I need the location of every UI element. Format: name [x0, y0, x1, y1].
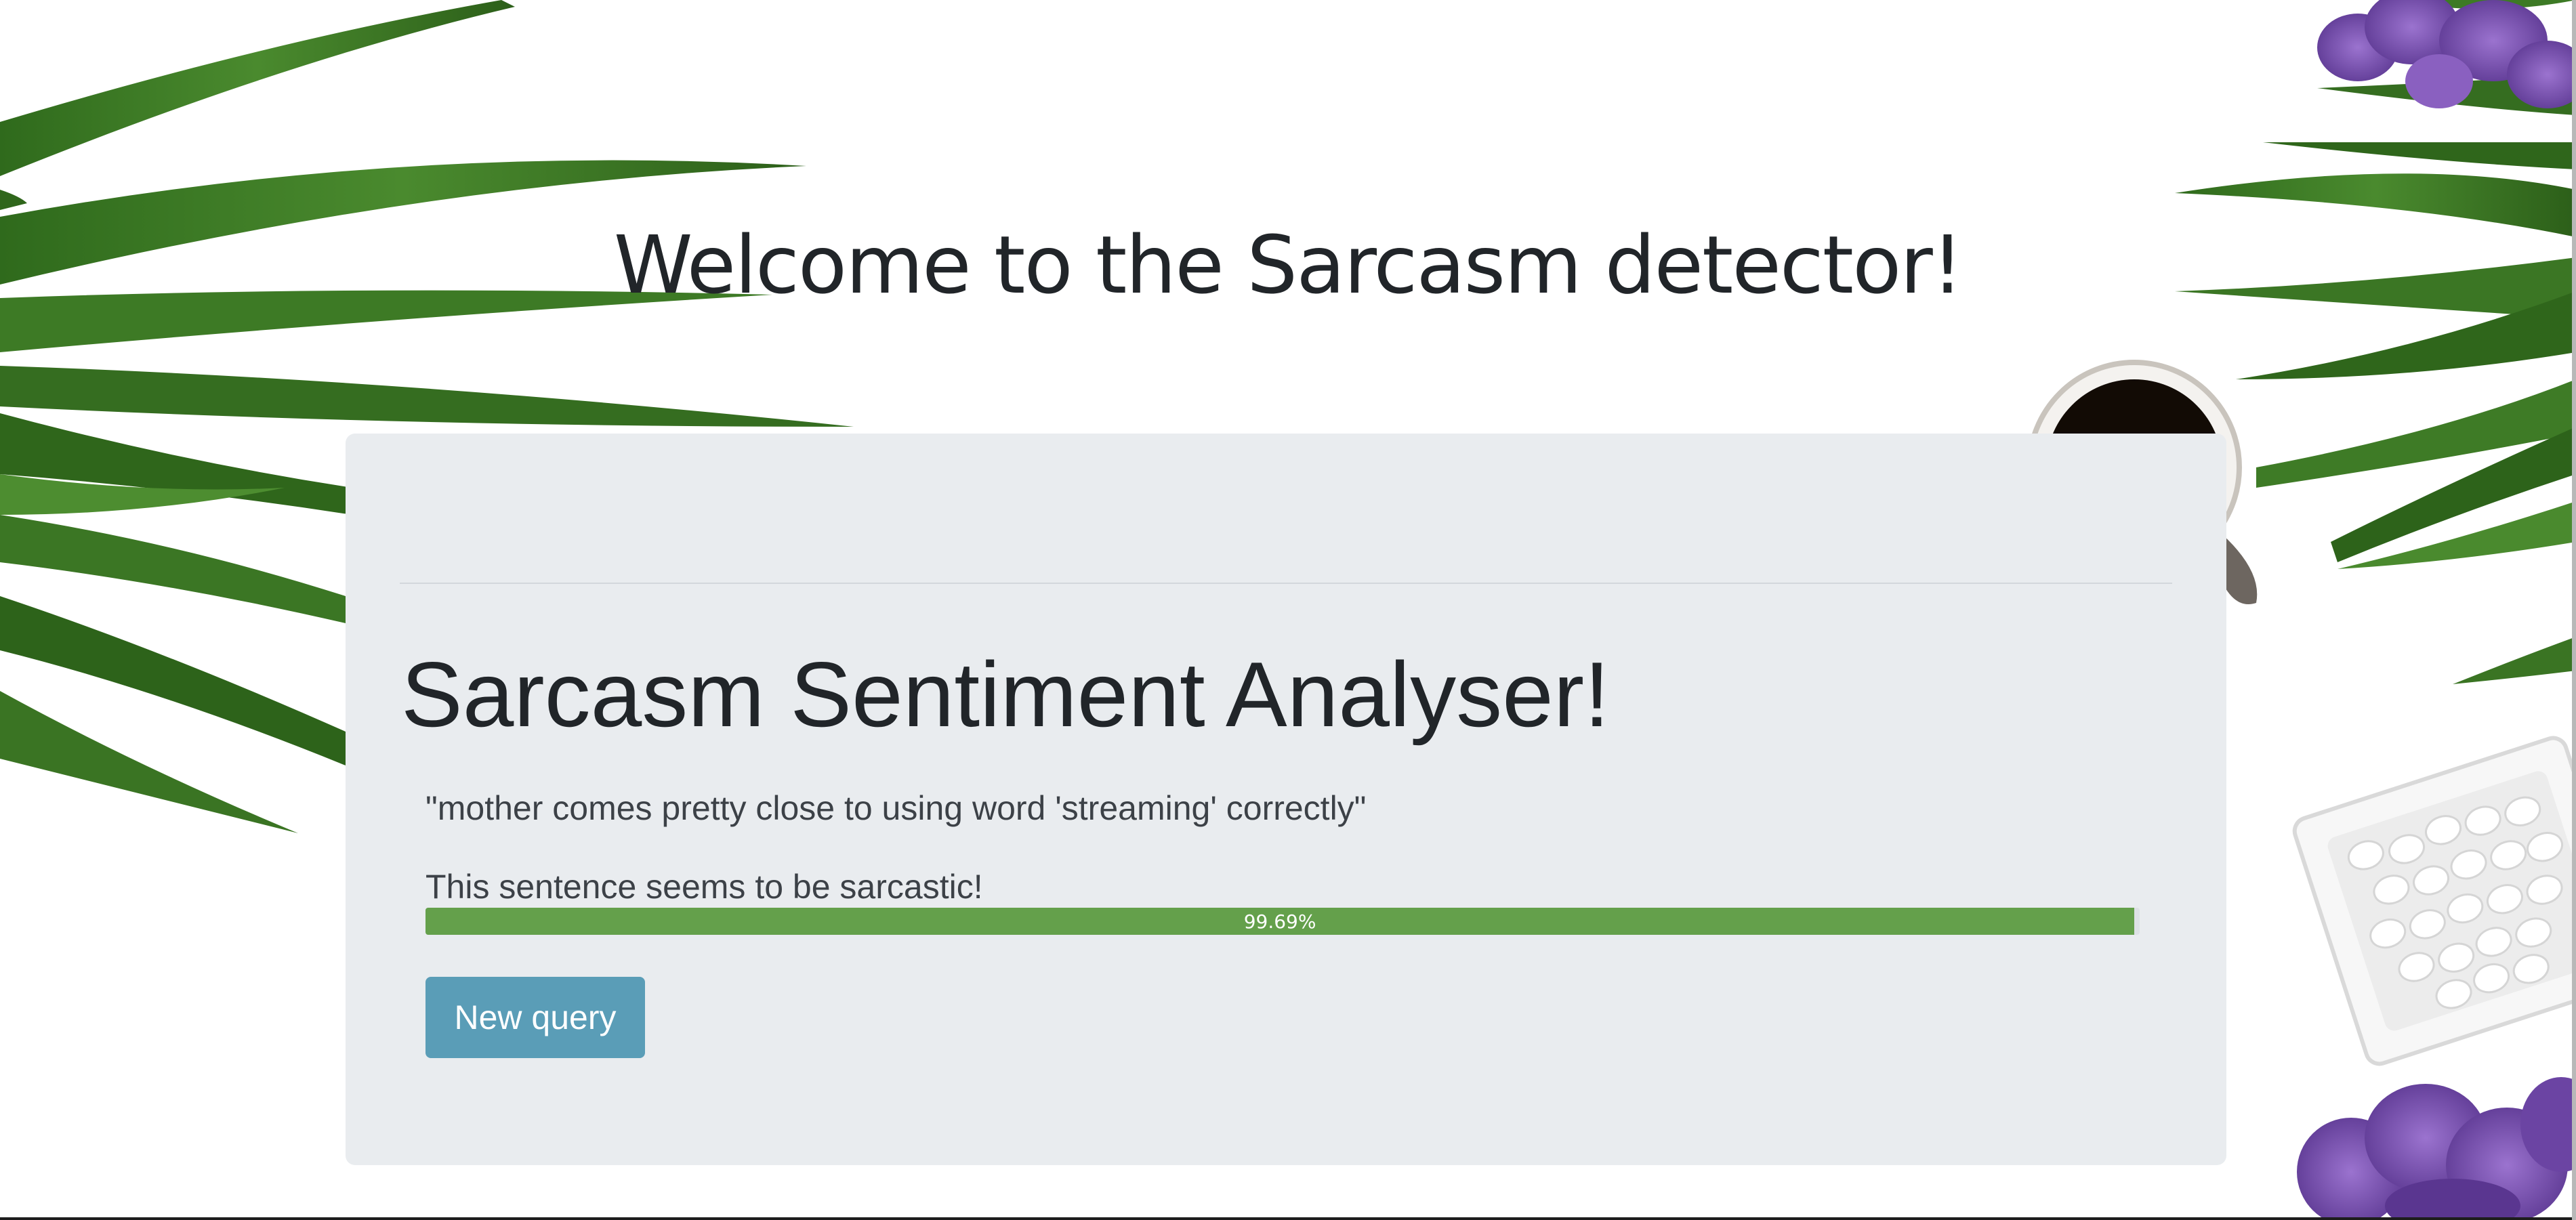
verdict-text: This sentence seems to be sarcastic! — [425, 868, 983, 906]
confidence-label: 99.69% — [1243, 910, 1316, 933]
sugar-bowl-icon — [2292, 736, 2576, 1066]
divider — [400, 583, 2172, 584]
query-text: "mother comes pretty close to using word… — [425, 789, 1367, 827]
new-query-button[interactable]: New query — [425, 977, 645, 1058]
confidence-progress: 99.69% — [425, 908, 2140, 935]
bottom-border — [0, 1217, 2576, 1220]
confidence-progress-bar: 99.69% — [425, 908, 2135, 935]
scrollbar-edge — [2572, 0, 2576, 1220]
purple-flower-icon — [2297, 1077, 2576, 1220]
page: Welcome to the Sarcasm detector! Sarcasm… — [0, 0, 2576, 1220]
welcome-heading: Welcome to the Sarcasm detector! — [613, 218, 1964, 312]
analyser-panel: Sarcasm Sentiment Analyser! "mother come… — [346, 434, 2226, 1165]
analyser-title: Sarcasm Sentiment Analyser! — [401, 643, 1610, 746]
